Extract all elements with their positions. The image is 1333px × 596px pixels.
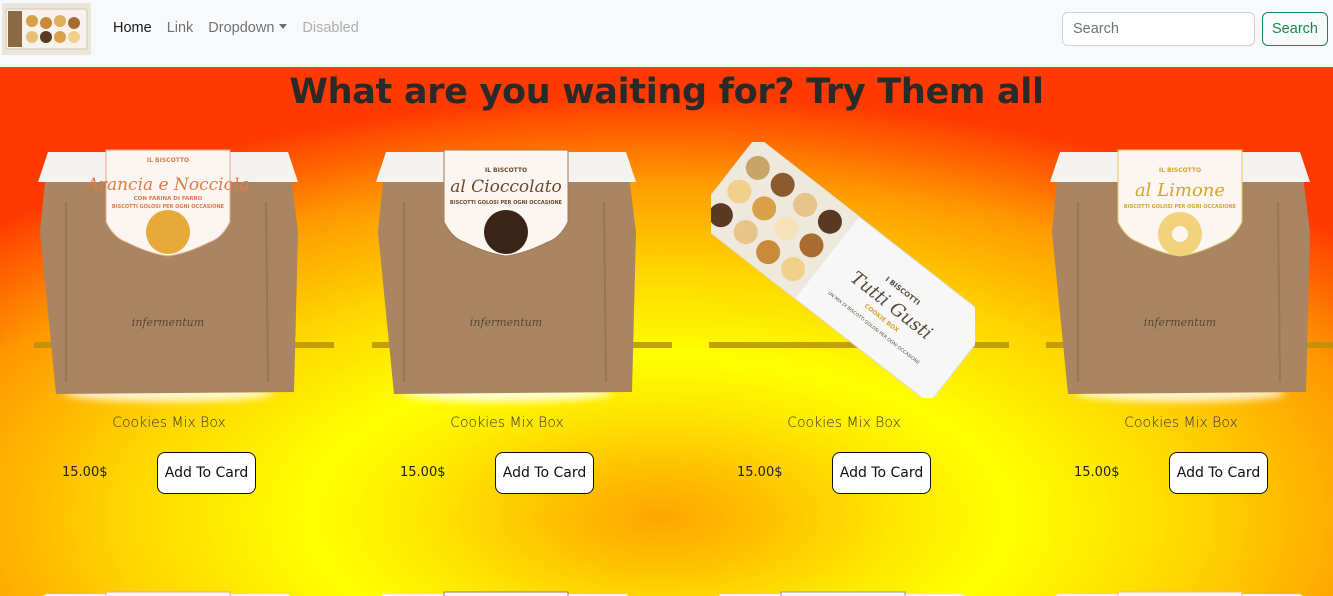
bag-tagline: BISCOTTI GOLOSI PER OGNI OCCASIONE bbox=[112, 204, 225, 210]
add-to-card-button[interactable]: Add To Card bbox=[157, 452, 256, 494]
brand-text: infermentum bbox=[132, 316, 204, 329]
nav-dropdown-label: Dropdown bbox=[208, 20, 275, 36]
add-to-card-button[interactable]: Add To Card bbox=[832, 452, 931, 494]
brand-text: infermentum bbox=[1144, 316, 1216, 329]
nav-disabled-link: Disabled bbox=[302, 20, 359, 36]
bag-label: IL BISCOTTO bbox=[1159, 167, 1201, 174]
product-card: IL BISCOTTO Arancia e Nocciola CON FARIN… bbox=[34, 142, 334, 502]
product-box-image[interactable]: I BISCOTTI Tutti Gusti COOKIE BOX UN MIX… bbox=[711, 142, 975, 398]
bag-title: al Limone bbox=[1135, 180, 1225, 201]
product-card: I BISCOTTI Tutti Gusti COOKIE BOX UN MIX… bbox=[709, 142, 1009, 502]
bag-tagline: BISCOTTI GOLOSI PER OGNI OCCASIONE bbox=[450, 200, 563, 206]
nav-links: Home Link Dropdown Disabled bbox=[113, 20, 374, 36]
bag-title: al Cioccolato bbox=[450, 177, 562, 197]
product-card: IL BISCOTTO al Limone BISCOTTI GOLOSI PE… bbox=[1046, 142, 1333, 502]
bag-subtitle: CON FARINA DI FARRO bbox=[134, 196, 203, 202]
next-row-bag-top bbox=[718, 591, 966, 596]
top-navbar: Home Link Dropdown Disabled Search bbox=[0, 0, 1333, 67]
add-to-card-button[interactable]: Add To Card bbox=[1169, 452, 1268, 494]
product-name: Cookies Mix Box bbox=[112, 415, 226, 431]
product-name: Cookies Mix Box bbox=[1124, 415, 1238, 431]
search-input[interactable] bbox=[1062, 12, 1255, 46]
product-price: 15.00$ bbox=[62, 465, 108, 480]
product-price: 15.00$ bbox=[400, 465, 446, 480]
product-bag-image[interactable]: IL BISCOTTO al Cioccolato BISCOTTI GOLOS… bbox=[374, 142, 638, 398]
product-name: Cookies Mix Box bbox=[787, 415, 901, 431]
product-bag-image[interactable]: IL BISCOTTO al Limone BISCOTTI GOLOSI PE… bbox=[1048, 142, 1312, 398]
bag-title: Arancia e Nocciola bbox=[85, 175, 250, 195]
brand-text: infermentum bbox=[470, 316, 542, 329]
caret-down-icon bbox=[279, 24, 288, 29]
product-name: Cookies Mix Box bbox=[450, 415, 564, 431]
nav-link-link[interactable]: Link bbox=[167, 20, 194, 36]
bag-label: IL BISCOTTO bbox=[147, 157, 189, 164]
product-section: What are you waiting for? Try Them all I… bbox=[0, 67, 1333, 596]
brand-logo-image[interactable] bbox=[2, 3, 91, 55]
next-row-bag-top bbox=[43, 591, 291, 596]
nav-home-link[interactable]: Home bbox=[113, 20, 152, 36]
section-headline: What are you waiting for? Try Them all bbox=[289, 72, 1044, 112]
nav-dropdown-toggle[interactable]: Dropdown bbox=[208, 20, 288, 36]
bag-tagline: BISCOTTI GOLOSI PER OGNI OCCASIONE bbox=[1124, 204, 1237, 210]
bag-label: IL BISCOTTO bbox=[485, 167, 527, 174]
next-row-bag-top bbox=[1055, 591, 1303, 596]
search-button[interactable]: Search bbox=[1262, 12, 1328, 46]
product-price: 15.00$ bbox=[1074, 465, 1120, 480]
add-to-card-button[interactable]: Add To Card bbox=[495, 452, 594, 494]
product-card: IL BISCOTTO al Cioccolato BISCOTTI GOLOS… bbox=[372, 142, 672, 502]
product-bag-image[interactable]: IL BISCOTTO Arancia e Nocciola CON FARIN… bbox=[36, 142, 300, 398]
product-price: 15.00$ bbox=[737, 465, 783, 480]
next-row-bag-top bbox=[381, 591, 629, 596]
